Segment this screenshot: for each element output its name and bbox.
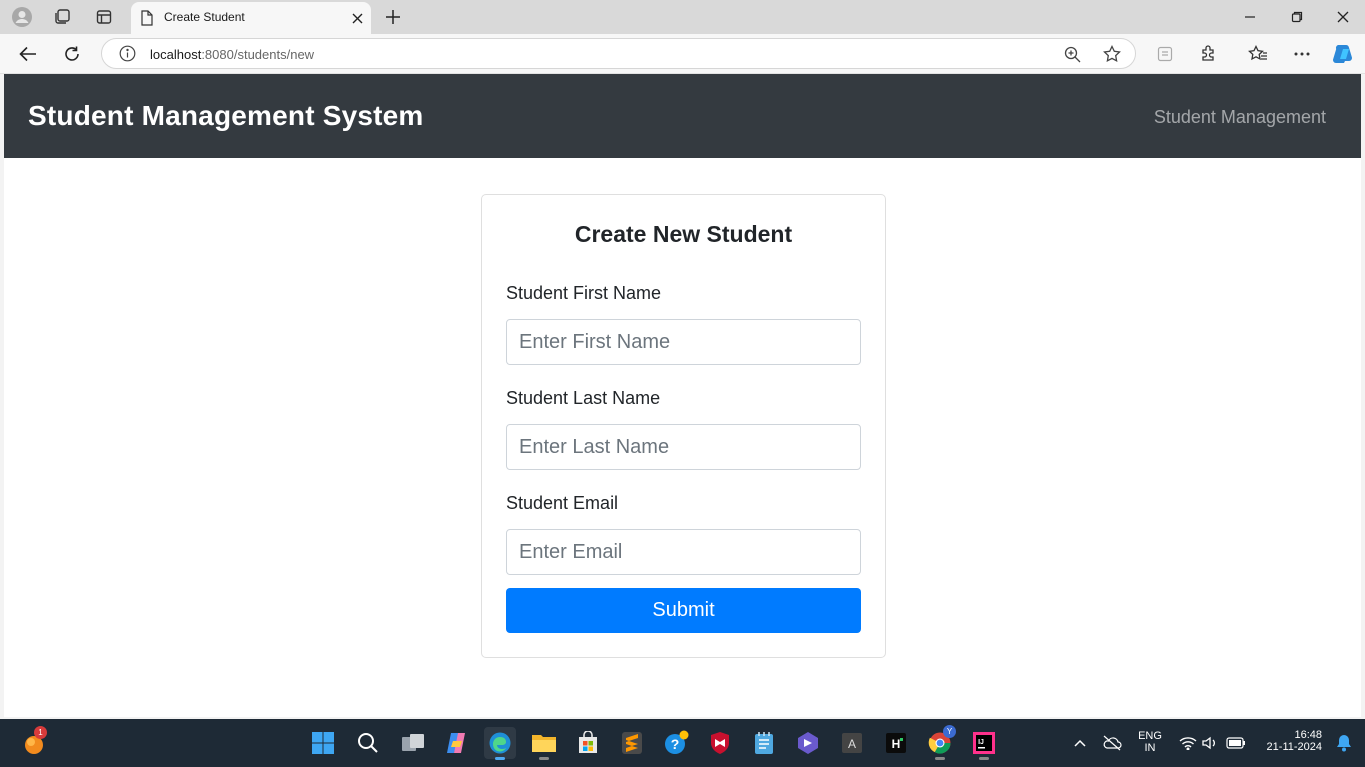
edge-icon[interactable] (484, 727, 516, 760)
battery-icon[interactable] (1220, 727, 1252, 759)
url-host: localhost (150, 47, 202, 62)
site-info-icon[interactable] (119, 45, 136, 66)
url-text[interactable]: localhost:8080/students/new (150, 47, 314, 62)
create-student-card: Create New Student Student First Name St… (481, 194, 886, 658)
last-name-input[interactable] (506, 424, 861, 470)
extensions-icon[interactable] (1197, 42, 1221, 66)
tab-title: Create Student (164, 10, 245, 24)
explorer-indicator (539, 757, 549, 760)
submit-button[interactable]: Submit (506, 588, 861, 633)
chrome-profile-badge: Y (943, 725, 956, 738)
tab-create-student[interactable]: Create Student (131, 2, 371, 34)
card-title: Create New Student (574, 221, 793, 247)
notification-badge: 1 (34, 726, 47, 739)
browser-tab-strip: Create Student (0, 0, 1365, 34)
notifications-bell-icon[interactable] (1328, 727, 1360, 759)
language-region: IN (1144, 742, 1156, 754)
email-label: Student Email (506, 493, 619, 513)
svg-text:A: A (848, 737, 856, 751)
show-hidden-icons-icon[interactable] (1064, 727, 1096, 759)
new-tab-icon[interactable] (381, 5, 405, 29)
workspaces-icon[interactable] (50, 5, 74, 29)
copilot-icon[interactable] (1331, 42, 1355, 66)
chrome-indicator (935, 757, 945, 760)
reader-icon[interactable] (1153, 42, 1177, 66)
widgets-icon[interactable]: 1 (17, 726, 49, 759)
copilot-taskbar-icon[interactable] (440, 727, 472, 759)
mcafee-icon[interactable] (704, 727, 736, 759)
onedrive-offline-icon[interactable] (1096, 727, 1128, 759)
svg-text:IJ: IJ (978, 739, 984, 746)
intellij-indicator (979, 757, 989, 760)
task-view-icon[interactable] (397, 727, 429, 759)
zoom-icon[interactable] (1061, 43, 1083, 65)
svg-text:H: H (892, 737, 901, 751)
page-icon (140, 10, 154, 30)
back-icon[interactable] (16, 42, 40, 66)
app-a-icon[interactable]: A (836, 727, 868, 759)
search-icon[interactable] (352, 727, 384, 759)
minimize-icon[interactable] (1230, 4, 1270, 30)
tab-actions-icon[interactable] (92, 5, 116, 29)
notepad-icon[interactable] (748, 727, 780, 759)
help-icon[interactable]: ? (660, 727, 692, 759)
store-icon[interactable] (572, 727, 604, 759)
navbar-brand[interactable]: Student Management System (28, 100, 424, 132)
chrome-icon[interactable]: Y (924, 725, 956, 760)
web-page: Student Management System Student Manage… (4, 74, 1361, 717)
hackerrank-icon[interactable]: H (880, 727, 912, 759)
refresh-icon[interactable] (60, 42, 84, 66)
intellij-icon[interactable]: IJ (968, 727, 1000, 760)
close-tab-icon[interactable] (347, 8, 367, 28)
power-automate-icon[interactable] (792, 727, 824, 759)
clock-date: 21-11-2024 (1266, 741, 1322, 753)
edge-active-indicator (495, 757, 505, 760)
favorites-icon[interactable] (1246, 42, 1270, 66)
language-indicator[interactable]: ENG IN (1134, 730, 1166, 754)
restore-icon[interactable] (1277, 4, 1317, 30)
profile-icon[interactable] (10, 5, 34, 29)
clock[interactable]: 16:48 21-11-2024 (1256, 729, 1328, 753)
email-input[interactable] (506, 529, 861, 575)
clock-time: 16:48 (1294, 729, 1322, 741)
url-path: :8080/students/new (201, 47, 315, 62)
first-name-label: Student First Name (506, 283, 662, 303)
favorite-star-icon[interactable] (1101, 43, 1123, 65)
address-bar[interactable]: localhost:8080/students/new (101, 38, 1136, 69)
close-window-icon[interactable] (1323, 4, 1363, 30)
first-name-input[interactable] (506, 319, 861, 365)
file-explorer-icon[interactable] (528, 727, 560, 760)
sublime-text-icon[interactable] (616, 727, 648, 759)
language-code: ENG (1138, 730, 1162, 742)
start-icon[interactable] (307, 727, 339, 759)
svg-text:?: ? (671, 736, 680, 752)
nav-link-student-management[interactable]: Student Management (1154, 107, 1326, 128)
taskbar: 1 ? A H Y IJ ENG IN 16:48 21-11-2024 (0, 719, 1365, 767)
browser-toolbar: localhost:8080/students/new (0, 34, 1365, 74)
more-options-icon[interactable] (1290, 42, 1314, 66)
last-name-label: Student Last Name (506, 388, 661, 408)
navbar: Student Management System Student Manage… (4, 74, 1361, 158)
